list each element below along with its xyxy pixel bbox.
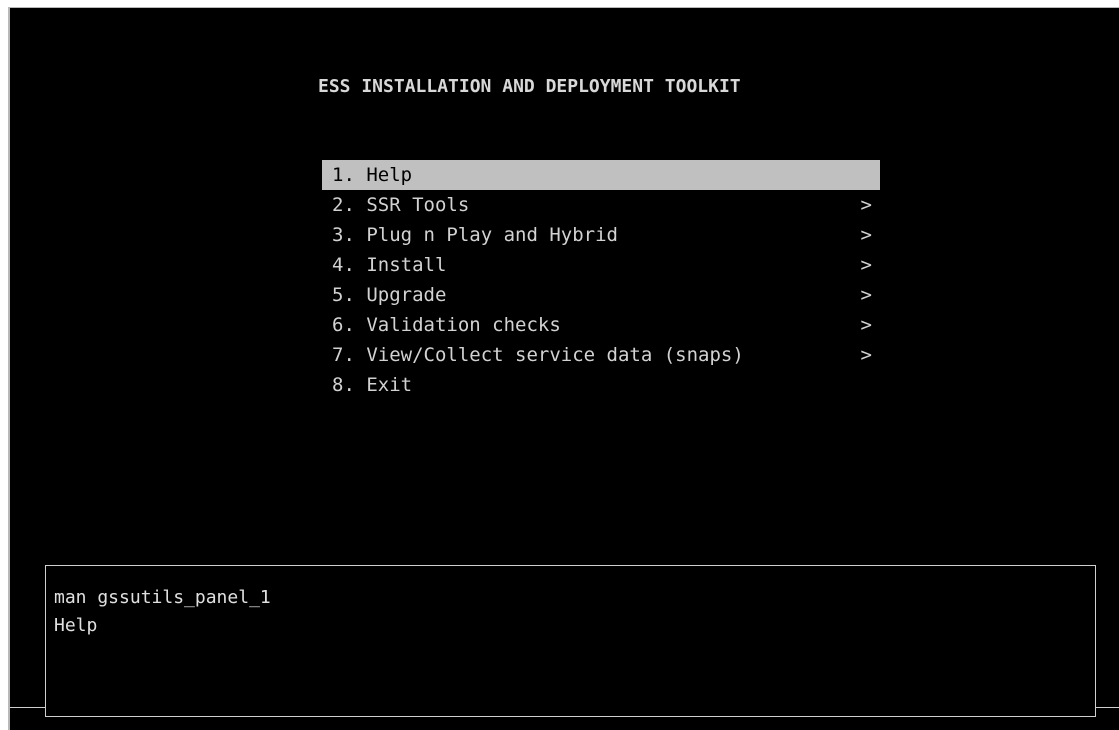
- toolkit-title: ESS INSTALLATION AND DEPLOYMENT TOOLKIT: [318, 76, 741, 97]
- submenu-arrow-icon: >: [860, 314, 872, 336]
- menu-item-label: 8. Exit: [332, 374, 413, 396]
- main-menu: 1. Help 2. SSR Tools > 3. Plug n Play an…: [322, 160, 880, 400]
- menu-item-service-data[interactable]: 7. View/Collect service data (snaps) >: [322, 340, 880, 370]
- help-panel-divider-right: [1096, 707, 1119, 708]
- menu-item-ssr-tools[interactable]: 2. SSR Tools >: [322, 190, 880, 220]
- menu-item-plug-n-play[interactable]: 3. Plug n Play and Hybrid >: [322, 220, 880, 250]
- help-panel-text: man gssutils_panel_1 Help: [54, 584, 271, 640]
- menu-item-validation-checks[interactable]: 6. Validation checks >: [322, 310, 880, 340]
- help-panel: man gssutils_panel_1 Help: [45, 565, 1096, 717]
- menu-item-exit[interactable]: 8. Exit: [322, 370, 880, 400]
- submenu-arrow-icon: >: [860, 224, 872, 246]
- help-description: Help: [54, 615, 98, 636]
- submenu-arrow-icon: >: [860, 194, 872, 216]
- menu-item-label: 2. SSR Tools: [332, 194, 470, 216]
- menu-item-label: 1. Help: [332, 164, 413, 186]
- menu-item-upgrade[interactable]: 5. Upgrade >: [322, 280, 880, 310]
- menu-item-help[interactable]: 1. Help: [322, 160, 880, 190]
- submenu-arrow-icon: >: [860, 344, 872, 366]
- submenu-arrow-icon: >: [860, 284, 872, 306]
- menu-item-label: 5. Upgrade: [332, 284, 447, 306]
- menu-item-install[interactable]: 4. Install >: [322, 250, 880, 280]
- menu-item-label: 7. View/Collect service data (snaps): [332, 344, 744, 366]
- menu-item-label: 3. Plug n Play and Hybrid: [332, 224, 618, 246]
- menu-item-label: 4. Install: [332, 254, 447, 276]
- terminal-window: ESS INSTALLATION AND DEPLOYMENT TOOLKIT …: [8, 7, 1119, 730]
- help-panel-divider-left: [10, 707, 45, 708]
- submenu-arrow-icon: >: [860, 254, 872, 276]
- help-command: man gssutils_panel_1: [54, 587, 271, 608]
- menu-item-label: 6. Validation checks: [332, 314, 561, 336]
